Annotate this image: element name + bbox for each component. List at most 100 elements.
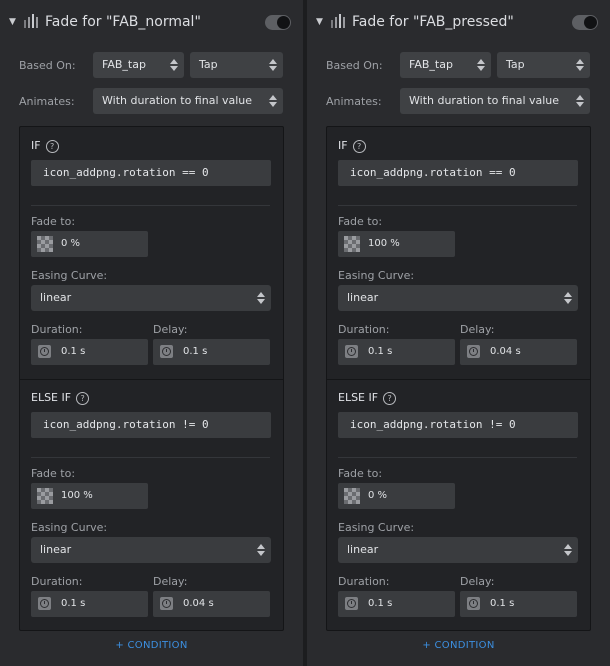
based-on-event-select[interactable]: Tap	[190, 52, 283, 78]
based-on-event-select[interactable]: Tap	[497, 52, 590, 78]
clock-icon	[160, 345, 173, 358]
duration-input[interactable]: 0.1 s	[338, 591, 455, 617]
panel-title: Fade for "FAB_pressed"	[352, 14, 514, 30]
condition-keyword: ELSE IF?	[31, 391, 90, 405]
select-value: FAB_tap	[409, 58, 453, 71]
select-value: linear	[40, 291, 72, 304]
delay-input[interactable]: 0.1 s	[153, 339, 270, 365]
select-arrows-icon	[564, 292, 572, 304]
help-icon[interactable]: ?	[76, 392, 90, 405]
fade-to-input[interactable]: 100 %	[338, 231, 455, 257]
opacity-checker-icon	[37, 488, 53, 504]
divider	[338, 457, 577, 458]
keyword-text: ELSE IF	[338, 391, 379, 404]
select-arrows-icon	[257, 292, 265, 304]
clock-icon	[160, 597, 173, 610]
duration-label: Duration:	[31, 323, 83, 336]
clock-icon	[467, 345, 480, 358]
condition-expression-input[interactable]: icon_addpng.rotation != 0	[31, 412, 271, 438]
delay-label: Delay:	[460, 323, 495, 336]
divider	[338, 205, 577, 206]
conditions-box: IF? icon_addpng.rotation == 0 Fade to: 1…	[326, 126, 591, 631]
easing-select[interactable]: linear	[338, 285, 578, 311]
add-condition-button[interactable]: + CONDITION	[307, 640, 610, 651]
duration-input[interactable]: 0.1 s	[31, 591, 148, 617]
duration-input[interactable]: 0.1 s	[338, 339, 455, 365]
based-on-layer-select[interactable]: FAB_tap	[400, 52, 491, 78]
animates-select[interactable]: With duration to final value	[400, 88, 590, 114]
easing-select[interactable]: linear	[31, 285, 271, 311]
select-value: FAB_tap	[102, 58, 146, 71]
fade-bars-icon	[330, 14, 346, 30]
help-icon[interactable]: ?	[383, 392, 397, 405]
help-icon[interactable]: ?	[352, 140, 366, 153]
app-root: ▼ Fade for "FAB_normal" Based On: FAB_ta…	[0, 0, 610, 666]
fade-to-label: Fade to:	[338, 467, 383, 480]
select-value: With duration to final value	[409, 94, 560, 107]
based-on-layer-select[interactable]: FAB_tap	[93, 52, 184, 78]
clock-icon	[345, 345, 358, 358]
easing-label: Easing Curve:	[338, 269, 415, 282]
field-value: 0.1 s	[490, 598, 515, 609]
fade-to-input[interactable]: 0 %	[31, 231, 148, 257]
keyword-text: ELSE IF	[31, 391, 72, 404]
select-arrows-icon	[269, 59, 277, 71]
divider	[31, 205, 270, 206]
condition-expression-input[interactable]: icon_addpng.rotation == 0	[31, 160, 271, 186]
block-divider	[20, 379, 283, 380]
collapse-chevron-icon[interactable]: ▼	[316, 17, 323, 27]
animates-label: Animates:	[326, 95, 382, 108]
opacity-checker-icon	[344, 488, 360, 504]
duration-input[interactable]: 0.1 s	[31, 339, 148, 365]
enable-toggle[interactable]	[265, 15, 291, 30]
delay-label: Delay:	[153, 323, 188, 336]
fade-to-input[interactable]: 0 %	[338, 483, 455, 509]
animates-select[interactable]: With duration to final value	[93, 88, 283, 114]
delay-input[interactable]: 0.04 s	[153, 591, 270, 617]
fade-bars-icon	[23, 14, 39, 30]
easing-label: Easing Curve:	[31, 269, 108, 282]
opacity-checker-icon	[344, 236, 360, 252]
delay-label: Delay:	[460, 575, 495, 588]
block-divider	[327, 379, 590, 380]
condition-expression-input[interactable]: icon_addpng.rotation == 0	[338, 160, 578, 186]
select-value: Tap	[506, 58, 525, 71]
delay-input[interactable]: 0.1 s	[460, 591, 577, 617]
panel-header: ▼ Fade for "FAB_pressed"	[307, 0, 610, 46]
easing-select[interactable]: linear	[338, 537, 578, 563]
fade-panel-fab-normal: ▼ Fade for "FAB_normal" Based On: FAB_ta…	[0, 0, 303, 666]
delay-label: Delay:	[153, 575, 188, 588]
easing-select[interactable]: linear	[31, 537, 271, 563]
clock-icon	[467, 597, 480, 610]
select-arrows-icon	[170, 59, 178, 71]
select-arrows-icon	[564, 544, 572, 556]
help-icon[interactable]: ?	[45, 140, 59, 153]
conditions-box: IF? icon_addpng.rotation == 0 Fade to: 0…	[19, 126, 284, 631]
clock-icon	[345, 597, 358, 610]
select-value: linear	[347, 543, 379, 556]
based-on-label: Based On:	[326, 59, 383, 72]
panel-title: Fade for "FAB_normal"	[45, 14, 201, 30]
select-value: linear	[347, 291, 379, 304]
field-value: 0.04 s	[183, 598, 214, 609]
collapse-chevron-icon[interactable]: ▼	[9, 17, 16, 27]
fade-to-label: Fade to:	[31, 215, 76, 228]
field-value: 100 %	[61, 490, 93, 501]
duration-label: Duration:	[338, 575, 390, 588]
fade-to-label: Fade to:	[338, 215, 383, 228]
condition-keyword: IF?	[338, 139, 366, 153]
field-value: 0 %	[61, 238, 81, 249]
enable-toggle[interactable]	[572, 15, 598, 30]
animates-label: Animates:	[19, 95, 75, 108]
opacity-checker-icon	[37, 236, 53, 252]
fade-to-input[interactable]: 100 %	[31, 483, 148, 509]
add-condition-button[interactable]: + CONDITION	[0, 640, 303, 651]
condition-expression-input[interactable]: icon_addpng.rotation != 0	[338, 412, 578, 438]
select-arrows-icon	[257, 544, 265, 556]
fade-to-label: Fade to:	[31, 467, 76, 480]
select-value: linear	[40, 543, 72, 556]
easing-label: Easing Curve:	[31, 521, 108, 534]
field-value: 0.1 s	[61, 598, 86, 609]
delay-input[interactable]: 0.04 s	[460, 339, 577, 365]
based-on-label: Based On:	[19, 59, 76, 72]
